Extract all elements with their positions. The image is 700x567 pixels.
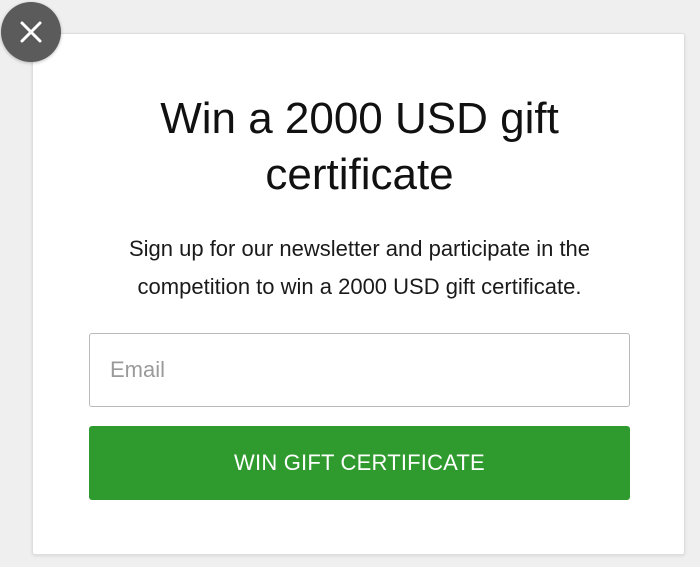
- close-button[interactable]: [1, 2, 61, 62]
- popup-title: Win a 2000 USD gift certificate: [160, 94, 559, 199]
- win-gift-certificate-button[interactable]: WIN GIFT CERTIFICATE: [89, 426, 630, 500]
- newsletter-popup: Win a 2000 USD gift certificate Sign up …: [32, 33, 685, 555]
- close-icon: [20, 21, 42, 43]
- popup-description: Sign up for our newsletter and participa…: [128, 236, 591, 299]
- email-field[interactable]: [89, 333, 630, 407]
